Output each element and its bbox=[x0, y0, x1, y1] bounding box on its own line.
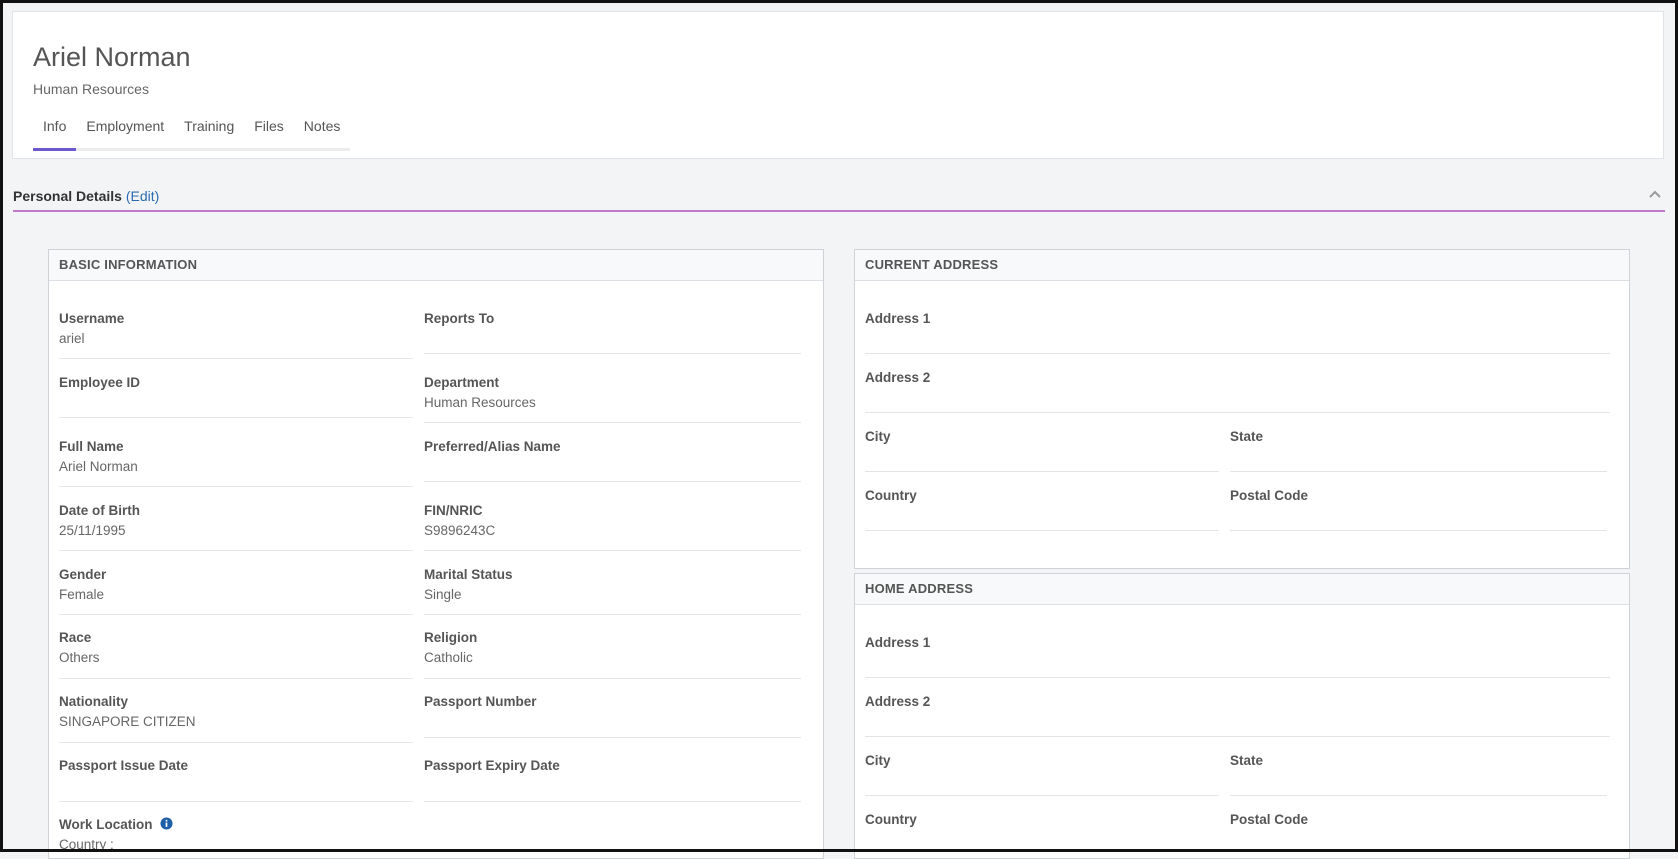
field-value: ariel bbox=[59, 331, 85, 346]
current-city-field: City bbox=[865, 429, 1219, 472]
field-label: State bbox=[1230, 753, 1264, 768]
passport-number-field: Passport Number bbox=[424, 694, 801, 738]
edit-link[interactable]: (Edit) bbox=[126, 188, 159, 204]
field-label: Preferred/Alias Name bbox=[424, 439, 561, 454]
section-title: Personal Details (Edit) bbox=[13, 188, 159, 204]
home-address-panel: HOME ADDRESS Address 1 Address 2 City St… bbox=[854, 573, 1630, 859]
passport-expiry-date-field: Passport Expiry Date bbox=[424, 758, 801, 802]
alias-name-field: Preferred/Alias Name bbox=[424, 439, 801, 482]
field-value: S9896243C bbox=[424, 523, 496, 538]
marital-status-field: Marital Status Single bbox=[424, 567, 801, 615]
field-label: Address 1 bbox=[865, 635, 931, 650]
field-value: Catholic bbox=[424, 650, 473, 665]
home-state-field: State bbox=[1230, 753, 1607, 796]
chevron-up-icon[interactable] bbox=[1647, 186, 1663, 202]
tab-files[interactable]: Files bbox=[244, 108, 294, 148]
field-value: SINGAPORE CITIZEN bbox=[59, 714, 196, 729]
field-label: Address 1 bbox=[865, 311, 931, 326]
full-name-field: Full Name Ariel Norman bbox=[59, 439, 413, 487]
field-label: Nationality bbox=[59, 694, 129, 709]
field-value: Others bbox=[59, 650, 100, 665]
profile-tabs: Info Employment Training Files Notes bbox=[33, 108, 351, 151]
home-postal-code-field: Postal Code bbox=[1230, 812, 1607, 855]
field-value: Country : bbox=[59, 837, 114, 852]
field-label: Country bbox=[865, 812, 917, 827]
field-label: Username bbox=[59, 311, 125, 326]
current-country-field: Country bbox=[865, 488, 1219, 531]
panel-heading: CURRENT ADDRESS bbox=[855, 250, 1629, 281]
gender-field: Gender Female bbox=[59, 567, 413, 615]
employee-name: Ariel Norman bbox=[33, 42, 191, 72]
section-title-text: Personal Details bbox=[13, 188, 122, 204]
field-label: Passport Number bbox=[424, 694, 537, 709]
current-postal-code-field: Postal Code bbox=[1230, 488, 1607, 531]
field-label: Address 2 bbox=[865, 370, 931, 385]
field-label: Passport Expiry Date bbox=[424, 758, 560, 773]
field-value: Ariel Norman bbox=[59, 459, 138, 474]
home-address2-field: Address 2 bbox=[865, 694, 1610, 737]
home-city-field: City bbox=[865, 753, 1219, 796]
tab-info[interactable]: Info bbox=[33, 108, 77, 151]
field-label: Reports To bbox=[424, 311, 495, 326]
date-of-birth-field: Date of Birth 25/11/1995 bbox=[59, 503, 413, 551]
basic-information-panel: BASIC INFORMATION Username ariel Reports… bbox=[48, 249, 824, 859]
personal-details-section-header: Personal Details (Edit) bbox=[13, 182, 1665, 212]
current-address-panel: CURRENT ADDRESS Address 1 Address 2 City… bbox=[854, 249, 1630, 569]
current-address1-field: Address 1 bbox=[865, 311, 1610, 354]
field-value: Female bbox=[59, 587, 105, 602]
field-label: Address 2 bbox=[865, 694, 931, 709]
fin-nric-field: FIN/NRIC S9896243C bbox=[424, 503, 801, 551]
employee-header: Ariel Norman Human Resources Info Employ… bbox=[12, 11, 1664, 159]
field-value: Human Resources bbox=[424, 395, 536, 410]
nationality-field: Nationality SINGAPORE CITIZEN bbox=[59, 694, 413, 743]
username-field: Username ariel bbox=[59, 311, 413, 359]
field-label: Postal Code bbox=[1230, 812, 1309, 827]
field-label: State bbox=[1230, 429, 1264, 444]
current-state-field: State bbox=[1230, 429, 1607, 472]
race-field: Race Others bbox=[59, 630, 413, 679]
work-location-label: Work Location bbox=[59, 817, 153, 832]
panel-heading: BASIC INFORMATION bbox=[49, 250, 823, 281]
field-label: City bbox=[865, 429, 891, 444]
tab-training[interactable]: Training bbox=[174, 108, 244, 148]
reports-to-field: Reports To bbox=[424, 311, 801, 354]
info-circle-icon[interactable] bbox=[160, 817, 173, 830]
field-label: City bbox=[865, 753, 891, 768]
field-label: Employee ID bbox=[59, 375, 141, 390]
field-label: Postal Code bbox=[1230, 488, 1309, 503]
passport-issue-date-field: Passport Issue Date bbox=[59, 758, 413, 802]
religion-field: Religion Catholic bbox=[424, 630, 801, 679]
field-label: Passport Issue Date bbox=[59, 758, 189, 773]
employee-id-field: Employee ID bbox=[59, 375, 413, 418]
employee-department: Human Resources bbox=[33, 81, 149, 97]
work-location-field: Work Location Country : bbox=[59, 817, 413, 857]
field-value: Single bbox=[424, 587, 462, 602]
field-label: Department bbox=[424, 375, 500, 390]
current-address2-field: Address 2 bbox=[865, 370, 1610, 413]
field-label: Full Name bbox=[59, 439, 124, 454]
tab-employment[interactable]: Employment bbox=[76, 108, 174, 148]
field-label: Marital Status bbox=[424, 567, 513, 582]
home-country-field: Country bbox=[865, 812, 1219, 855]
field-label: Date of Birth bbox=[59, 503, 140, 518]
department-field: Department Human Resources bbox=[424, 375, 801, 423]
field-label: Religion bbox=[424, 630, 478, 645]
field-label: FIN/NRIC bbox=[424, 503, 483, 518]
field-value: 25/11/1995 bbox=[59, 523, 126, 538]
tab-notes[interactable]: Notes bbox=[294, 108, 351, 148]
panel-heading: HOME ADDRESS bbox=[855, 574, 1629, 605]
field-label: Country bbox=[865, 488, 917, 503]
field-label: Work Location bbox=[59, 817, 173, 832]
home-address1-field: Address 1 bbox=[865, 635, 1610, 678]
field-label: Race bbox=[59, 630, 92, 645]
field-label: Gender bbox=[59, 567, 107, 582]
